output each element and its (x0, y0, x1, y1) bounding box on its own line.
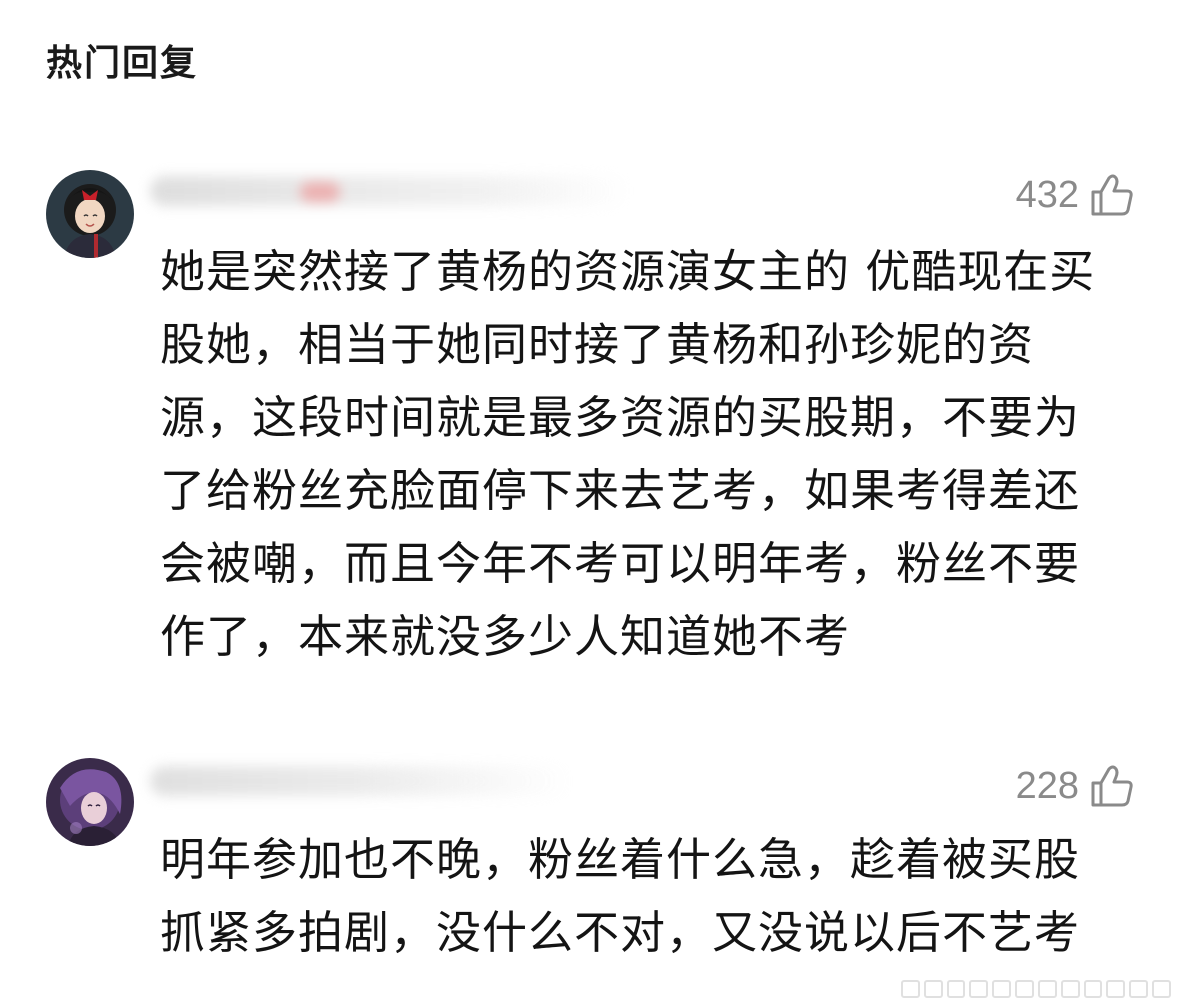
like-count: 228 (1015, 764, 1079, 807)
avatar-image (46, 170, 134, 258)
comment-line: 抓紧多拍剧，没什么不对，又没说以后不艺考 (160, 906, 1081, 959)
avatar[interactable] (46, 170, 134, 258)
comment-text: 她是突然接了黄杨的资源演女主的 优酷现在买 股她，相当于她同时接了黄杨和孙珍妮的… (160, 235, 1135, 673)
thumbs-up-icon (1091, 765, 1133, 807)
like-button[interactable]: 228 (1016, 759, 1135, 813)
watermark-pattern (901, 980, 1171, 998)
comment-line: 明年参加也不晚，粉丝着什么急，趁着被买股 (160, 833, 1081, 886)
comment-text: 明年参加也不晚，粉丝着什么急，趁着被买股 抓紧多拍剧，没什么不对，又没说以后不艺… (160, 823, 1135, 969)
like-count: 432 (1015, 173, 1079, 216)
like-button[interactable]: 432 (1016, 168, 1135, 222)
avatar-image (46, 758, 134, 846)
thumbs-up-icon (1091, 174, 1133, 216)
avatar[interactable] (46, 758, 134, 846)
comment-line: 她是突然接了黄杨的资源演女主的 优酷现在买 (160, 245, 1096, 298)
username-blurred (150, 766, 570, 796)
comment-line: 股她，相当于她同时接了黄杨和孙珍妮的资 (160, 318, 1035, 371)
section-title: 热门回复 (46, 43, 199, 84)
comment-line: 作了，本来就没多少人知道她不考 (160, 610, 851, 663)
comment-line: 了给粉丝充脸面停下来去艺考，如果考得差还 (160, 464, 1081, 517)
comment-line: 会被嘲，而且今年不考可以明年考，粉丝不要 (160, 537, 1081, 590)
comment-line: 源，这段时间就是最多资源的买股期，不要为 (160, 391, 1081, 444)
username-blurred (150, 176, 630, 206)
